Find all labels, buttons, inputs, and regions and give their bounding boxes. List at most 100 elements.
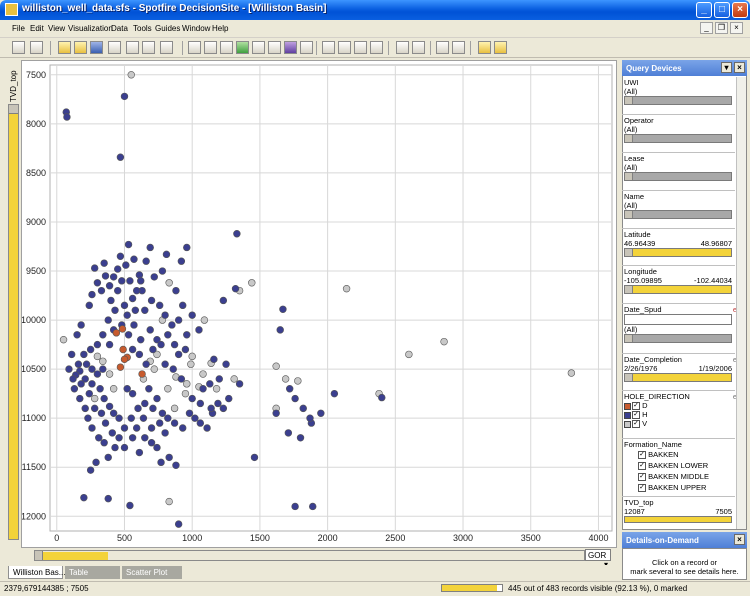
data-point-h[interactable] [157,340,165,349]
data-point-v[interactable] [165,279,173,287]
data-point-h[interactable] [126,277,134,285]
data-point-h[interactable] [219,296,228,305]
data-point-h[interactable] [132,424,141,432]
qd-name[interactable]: Name (All) [622,190,735,219]
data-point-h[interactable] [74,360,83,368]
data-point-h[interactable] [141,434,149,442]
data-point-h[interactable] [88,365,96,373]
data-point-h[interactable] [188,394,196,403]
data-point-h[interactable] [86,345,95,354]
guide-icon[interactable] [494,41,507,54]
data-point-h[interactable] [158,267,167,275]
scatter-plot-icon[interactable] [188,41,201,54]
data-point-h[interactable] [285,385,294,393]
lease-slider[interactable] [624,172,732,181]
home-icon[interactable] [30,41,43,54]
data-point-h[interactable] [179,424,187,432]
data-point-v[interactable] [567,369,576,377]
tab-scatter-plot[interactable]: Scatter Plot [122,566,182,579]
tab-williston-basin[interactable]: Williston Bas... [8,566,65,579]
data-point-h[interactable] [225,394,233,403]
data-point-h[interactable] [81,404,89,413]
x-range-slider[interactable] [34,550,585,561]
data-point-h[interactable] [128,345,137,354]
data-point-h[interactable] [174,520,183,528]
data-point-h[interactable] [296,434,305,442]
data-point-h[interactable] [330,389,339,398]
data-point-h[interactable] [114,286,122,295]
data-point-h[interactable] [115,434,123,442]
operator-slider[interactable] [624,134,732,143]
data-point-h[interactable] [137,277,145,285]
data-point-h[interactable] [82,360,91,368]
data-point-h[interactable] [196,419,205,427]
data-point-v[interactable] [440,337,448,346]
data-point-v[interactable] [165,497,173,506]
data-point-v[interactable] [342,284,351,293]
data-point-h[interactable] [105,282,114,290]
qd-hole-direction[interactable]: HOLE_DIRECTION e ✓ D ✓ H ✓ V [622,390,737,429]
data-point-h[interactable] [378,393,386,402]
data-point-h[interactable] [317,409,325,417]
y-slider-handle[interactable] [9,105,18,114]
data-point-h[interactable] [131,306,140,314]
maximize-button[interactable]: □ [714,2,730,18]
data-point-h[interactable] [90,264,99,272]
data-point-v[interactable] [405,350,413,359]
data-point-h[interactable] [185,409,194,417]
data-point-h[interactable] [77,321,85,329]
data-point-h[interactable] [146,243,154,252]
data-point-h[interactable] [206,380,214,388]
data-point-h[interactable] [250,453,259,462]
data-point-h[interactable] [92,458,100,467]
data-point-h[interactable] [67,350,76,359]
data-point-v[interactable] [230,375,238,383]
y-range-slider[interactable] [8,104,19,540]
data-point-d[interactable] [116,363,125,371]
data-point-h[interactable] [93,279,102,287]
checkbox-d[interactable]: ✓ [632,402,640,411]
data-point-h[interactable] [100,439,108,447]
data-point-h[interactable] [219,404,228,413]
x-slider-handle[interactable] [35,551,43,560]
scatter-plot[interactable]: 0 500 1000 1500 2000 2500 3000 3500 4000 7500 8000… [21,60,617,548]
mdi-minimize-button[interactable]: _ [700,22,713,34]
data-point-h[interactable] [174,350,183,359]
menu-help[interactable]: Help [212,24,228,33]
qd-date-spud[interactable]: Date_Spud e (All) [622,303,737,343]
data-point-h[interactable] [73,331,81,339]
data-point-h[interactable] [155,301,164,310]
data-point-h[interactable] [100,394,108,403]
formation-bakken-middle[interactable]: ✓ BAKKEN MIDDLE [624,471,735,482]
data-point-h[interactable] [116,153,125,161]
data-point-h[interactable] [114,265,122,273]
qd-lease[interactable]: Lease (All) [622,152,735,181]
menu-visualization[interactable]: Visualization [68,24,113,33]
data-point-h[interactable] [128,389,137,398]
uwi-slider[interactable] [624,96,732,105]
data-point-h[interactable] [85,301,93,310]
data-point-d[interactable] [118,325,127,333]
data-point-h[interactable] [120,92,129,101]
pin-icon[interactable]: ▾ [721,62,732,73]
data-point-h[interactable] [181,345,190,354]
data-point-h[interactable] [153,394,161,403]
data-point-h[interactable] [137,335,145,344]
cascade-icon[interactable] [338,41,351,54]
data-point-h[interactable] [77,380,85,388]
data-point-h[interactable] [141,399,149,408]
data-point-h[interactable] [142,257,150,265]
data-point-h[interactable] [146,326,154,334]
data-point-v[interactable] [212,385,221,393]
data-point-h[interactable] [134,404,142,413]
checkbox-h[interactable]: ✓ [632,411,640,420]
close-icon[interactable]: × [734,62,745,73]
3d-scatter-icon[interactable] [204,41,217,54]
data-point-h[interactable] [153,443,161,452]
data-point-v[interactable] [200,316,209,324]
data-point-h[interactable] [99,331,107,339]
data-point-h[interactable] [118,277,126,285]
data-point-v[interactable] [281,375,290,383]
data-point-h[interactable] [299,404,307,413]
details-close-icon[interactable]: × [734,534,745,545]
